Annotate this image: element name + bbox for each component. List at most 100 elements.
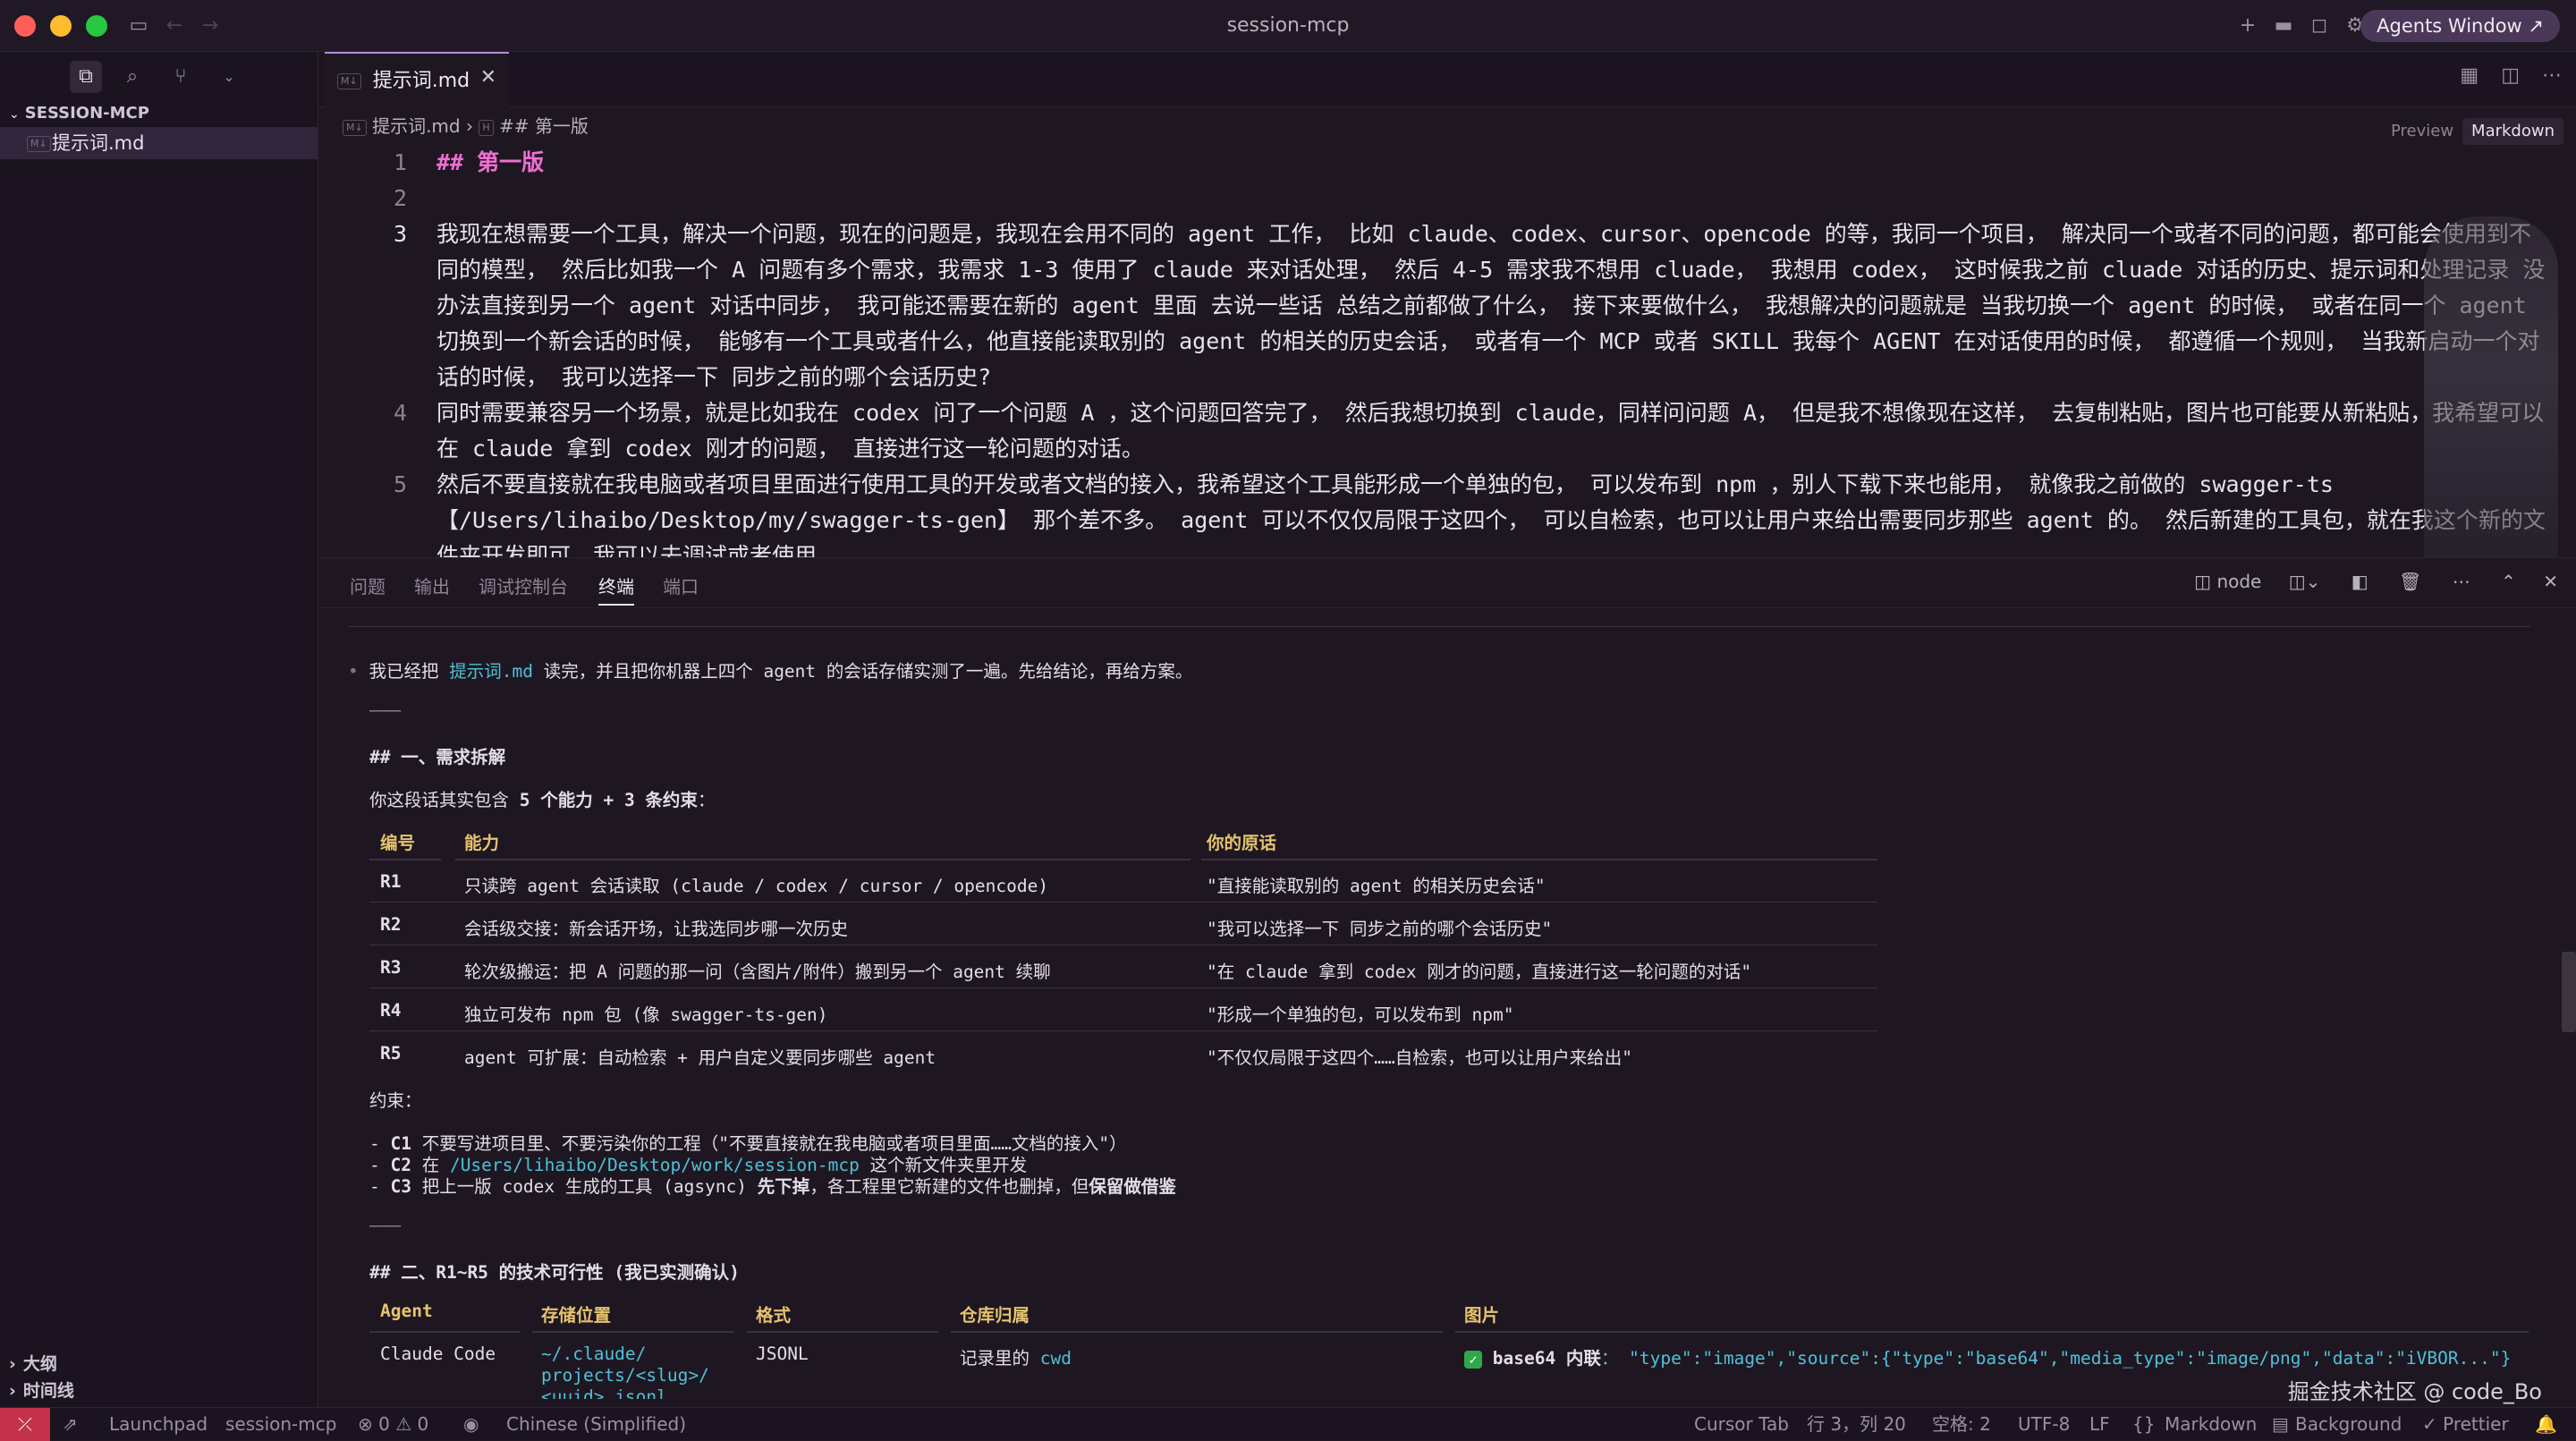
text: 读完，并且把你机器上四个 agent 的会话存储实测了一遍。先给结论，再给方案。 — [532, 661, 1193, 682]
tab-output[interactable]: 输出 — [414, 572, 450, 598]
section-heading: ## 一、需求拆解 — [369, 747, 506, 767]
more-icon[interactable]: ⋯ — [2542, 64, 2562, 87]
chevron-right-icon: › — [465, 115, 479, 137]
breadcrumb-file[interactable]: 提示词.md — [372, 115, 461, 137]
terminal-icon: ◫ — [2194, 571, 2212, 592]
table-cell: ✓ base64 内联： "type":"image","source":{"t… — [1464, 1344, 2511, 1369]
remote-icon[interactable]: ⤫ — [0, 1408, 50, 1441]
chevron-up-icon[interactable]: ⌃ — [2501, 571, 2516, 592]
split-editor-icon[interactable]: ◫ — [2501, 64, 2520, 87]
split-terminal-icon[interactable]: ◧ — [2351, 571, 2368, 592]
table-cell: "在 claude 拿到 codex 刚才的问题，直接进行这一轮问题的对话" — [1207, 962, 1752, 982]
background-item[interactable]: Background — [2295, 1408, 2402, 1440]
source-control-icon[interactable]: ⑂ — [165, 61, 197, 93]
table-separator — [455, 859, 1191, 860]
bold-text: 先下掉 — [757, 1176, 810, 1197]
project-item[interactable]: session-mcp — [225, 1408, 336, 1440]
code-line: 5 然后不要直接就在我电脑或者项目里面进行使用工具的开发或者文档的接入，我希望这个… — [319, 467, 2576, 557]
bell-icon[interactable]: 🔔 — [2535, 1408, 2557, 1440]
eol-item[interactable]: LF — [2089, 1408, 2110, 1440]
chevron-right-icon: › — [9, 1354, 16, 1374]
tab-debug-console[interactable]: 调试控制台 — [479, 572, 568, 598]
markdown-file-icon: M↓ — [27, 136, 51, 152]
text: 记录里的 — [960, 1348, 1040, 1369]
table-header: 仓库归属 — [960, 1305, 1030, 1326]
tab-problems[interactable]: 问题 — [350, 572, 386, 598]
eye-icon: ◉ — [463, 1413, 479, 1435]
terminal-output[interactable]: • 我已经把 提示词.md 读完，并且把你机器上四个 agent 的会话存储实测… — [348, 630, 2530, 1399]
table-cell: projects/<slug>/ — [541, 1365, 709, 1386]
line-number: 3 — [393, 221, 407, 247]
line-number: 5 — [393, 471, 407, 497]
tab-terminal[interactable]: 终端 — [598, 572, 634, 606]
launchpad-item[interactable]: Launchpad — [109, 1408, 208, 1440]
terminal-scrollbar[interactable] — [2562, 952, 2576, 1032]
section-heading: ## 二、R1~R5 的技术可行性 (我已实测确认) — [369, 1262, 740, 1283]
table-cell: <uuid>.jsonl — [541, 1386, 667, 1399]
text: 我已经把 — [369, 661, 450, 682]
files-icon[interactable]: ⧉ — [70, 61, 102, 93]
text: ，各工程里它新建的文件也删掉，但 — [809, 1176, 1089, 1197]
constraint-item: - C3 把上一版 codex 生成的工具 (agsync) 先下掉，各工程里它… — [369, 1176, 1176, 1197]
table-cell: 记录里的 cwd — [960, 1344, 1072, 1369]
table-header: 存储位置 — [541, 1305, 612, 1326]
markdown-toggle[interactable]: Markdown — [2462, 118, 2563, 145]
file-name: 提示词.md — [52, 132, 145, 154]
cursor-position-item[interactable]: 行 3，列 20 — [1807, 1408, 1906, 1440]
title-bar: ▭ ← → session-mcp + ▬ ◻ ⚙ Agents Window … — [0, 0, 2576, 52]
close-icon[interactable]: ✕ — [2543, 571, 2558, 592]
table-cell: JSONL — [756, 1344, 809, 1364]
open-preview-icon[interactable]: ▦ — [2460, 64, 2479, 87]
tab-prompt-md[interactable]: M↓ 提示词.md ✕ — [325, 52, 509, 107]
tab-ports[interactable]: 端口 — [663, 572, 699, 598]
table-cell: R3 — [380, 957, 402, 978]
terminal-line: 你这段话其实包含 5 个能力 + 3 条约束： — [369, 785, 715, 811]
editor-tabs: M↓ 提示词.md ✕ ▦ ◫ ⋯ — [319, 52, 2576, 107]
terminal-name[interactable]: node — [2216, 571, 2261, 592]
editor-actions: ▦ ◫ ⋯ — [2460, 64, 2562, 87]
encoding-item[interactable]: UTF-8 — [2018, 1408, 2070, 1440]
code-text: cwd — [1039, 1348, 1072, 1369]
close-icon[interactable]: ✕ — [480, 66, 496, 89]
chevron-down-icon[interactable]: ⌄ — [213, 61, 245, 93]
indentation-item[interactable]: 空格: 2 — [1932, 1408, 1991, 1440]
explorer-section-header[interactable]: ⌄ SESSION-MCP — [0, 100, 318, 127]
more-icon[interactable]: ⋯ — [2453, 571, 2470, 592]
table-cell: R2 — [380, 914, 402, 935]
file-link[interactable]: 提示词.md — [449, 661, 533, 682]
timeline-section[interactable]: › 时间线 — [0, 1377, 318, 1404]
ui-language-item[interactable]: Chinese (Simplified) — [506, 1408, 686, 1440]
markdown-file-icon: M↓ — [343, 119, 367, 136]
editor-area: M↓ 提示词.md ✕ ▦ ◫ ⋯ M↓ 提示词.md › H ## 第一版 P… — [319, 52, 2576, 557]
table-cell: 独立可发布 npm 包 (像 swagger-ts-gen) — [464, 1004, 828, 1025]
language-mode-item[interactable]: Markdown — [2165, 1408, 2257, 1440]
table-cell: "我可以选择一下 同步之前的哪个会话历史" — [1207, 919, 1553, 939]
chat-icon[interactable]: ◻ — [2306, 13, 2333, 39]
outline-section[interactable]: › 大纲 — [0, 1351, 318, 1377]
table-separator — [369, 859, 441, 860]
plus-icon[interactable]: + — [2234, 13, 2261, 39]
panel-actions: ◫ node ◫⌄ ◧ 🗑 ⋯ ⌃ ✕ — [2194, 571, 2558, 592]
table-separator — [1455, 1331, 2529, 1333]
chevron-down-icon: ⌄ — [9, 107, 20, 122]
agents-window-button[interactable]: Agents Window ↗ — [2360, 10, 2560, 42]
problems-item[interactable]: ⊗ 0 ⚠ 0 — [358, 1408, 428, 1440]
prettier-item[interactable]: ✓ Prettier — [2422, 1408, 2509, 1440]
table-cell: 会话级交接：新会话开场，让我选同步哪一次历史 — [464, 919, 849, 939]
text: 你这段话其实包含 — [369, 790, 520, 810]
panel-tabs: 问题 输出 调试控制台 终端 端口 ◫ node ◫⌄ ◧ 🗑 ⋯ ⌃ ✕ — [319, 558, 2576, 608]
code-line: 4 同时需要兼容另一个场景，就是比如我在 codex 问了一个问题 A ，这个问题… — [319, 395, 2576, 467]
code-text: ： "type":"image","source":{"type":"base6… — [1600, 1348, 2512, 1369]
preview-toggle[interactable]: Preview — [2382, 118, 2462, 145]
cursor-tab-item[interactable]: Cursor Tab — [1694, 1408, 1789, 1440]
watermark: 掘金技术社区 @ code_Bo — [2287, 1379, 2542, 1404]
file-item[interactable]: M↓ 提示词.md — [0, 127, 318, 159]
panel-layout-icon[interactable]: ▬ — [2270, 13, 2297, 39]
code-line: 3 我现在想需要一个工具，解决一个问题，现在的问题是，我现在会用不同的 agent… — [319, 216, 2576, 395]
code-editor[interactable]: 1 ## 第一版 2 3 我现在想需要一个工具，解决一个问题，现在的问题是，我现在会… — [319, 145, 2576, 557]
line-text: 我现在想需要一个工具，解决一个问题，现在的问题是，我现在会用不同的 agent … — [436, 221, 2546, 390]
trash-icon[interactable]: 🗑 — [2399, 571, 2421, 592]
breadcrumb-section[interactable]: ## 第一版 — [499, 115, 589, 137]
search-icon[interactable]: ⌕ — [116, 61, 148, 93]
new-terminal-icon[interactable]: ◫⌄ — [2289, 571, 2321, 592]
